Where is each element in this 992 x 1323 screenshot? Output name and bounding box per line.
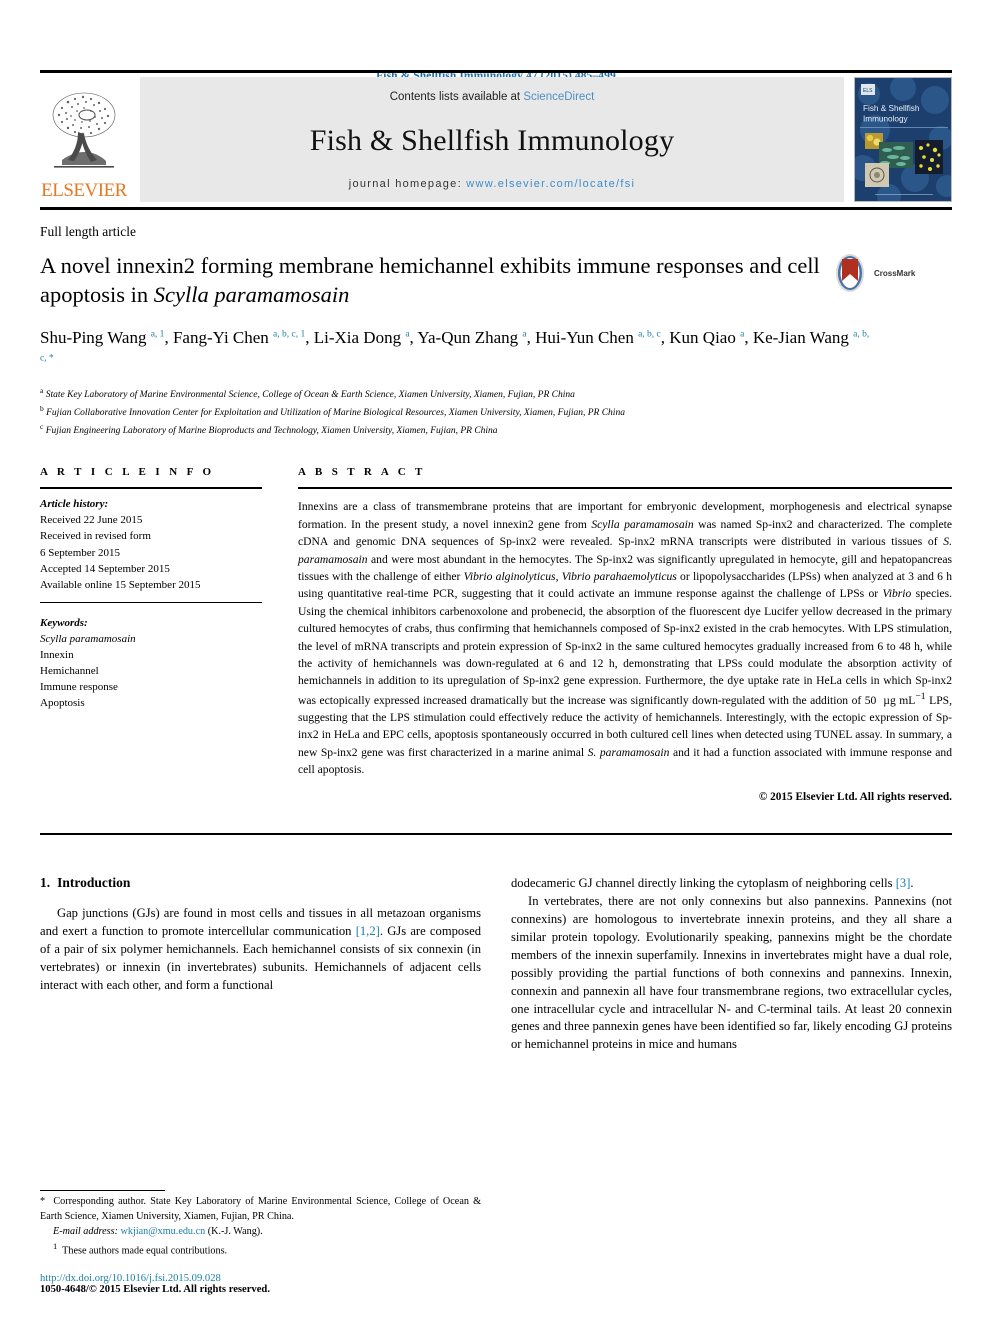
history-lines: Received 22 June 2015 Received in revised… [40, 512, 262, 592]
running-head: Fish & Shellfish Immunology 47 (2015) 48… [376, 70, 616, 82]
elsevier-logo: ELSEVIER [40, 77, 128, 202]
email-suffix: (K.-J. Wang). [207, 1226, 263, 1238]
intro-paragraph-2: In vertebrates, there are not only conne… [511, 894, 952, 1052]
author-name: Shu-Ping Wang [40, 327, 151, 347]
journal-homepage-link[interactable]: www.elsevier.com/locate/fsi [466, 178, 635, 190]
author-name: Li-Xia Dong [313, 327, 406, 347]
abstract-rule-top [298, 487, 952, 490]
body-columns: 1. Introduction Gap junctions (GJs) are f… [40, 875, 952, 1054]
affiliation-text: Fujian Collaborative Innovation Center f… [43, 407, 625, 418]
keyword-item: Hemichannel [40, 664, 99, 677]
journal-banner: ELSEVIER Contents lists available at Sci… [40, 70, 952, 210]
keywords-rule [40, 601, 262, 603]
footnote-rule [40, 1190, 165, 1192]
elsevier-wordmark: ELSEVIER [41, 180, 127, 201]
svg-text:Fish & Shellfish: Fish & Shellfish [863, 104, 920, 113]
article-history: Article history: Received 22 June 2015 Re… [40, 496, 262, 592]
history-line: 6 September 2015 [40, 546, 121, 559]
doi-block: http://dx.doi.org/10.1016/j.fsi.2015.09.… [40, 1273, 481, 1295]
svg-text:ELS: ELS [863, 88, 873, 94]
elsevier-tree-icon [52, 92, 116, 168]
article-info-column: A R T I C L E I N F O Article history: R… [40, 466, 262, 803]
affiliation-text: State Key Laboratory of Marine Environme… [43, 389, 575, 400]
intro-paragraph-1: Gap junctions (GJs) are found in most ce… [40, 906, 481, 992]
sciencedirect-link[interactable]: ScienceDirect [523, 91, 594, 103]
affiliation: b Fujian Collaborative Innovation Center… [40, 403, 952, 421]
introduction-heading: 1. Introduction [40, 875, 481, 891]
info-abstract-block: A R T I C L E I N F O Article history: R… [40, 466, 952, 803]
body-column-left: 1. Introduction Gap junctions (GJs) are f… [40, 875, 481, 1054]
author-name: Hui-Yun Chen [535, 327, 639, 347]
homepage-prefix: journal homepage: [348, 178, 467, 190]
keyword-lines: Scylla paramamosain Innexin Hemichannel Imm… [40, 631, 262, 711]
paper-page: Fish & Shellfish Immunology 47 (2015) 48… [0, 0, 992, 1323]
footnote-corresponding-author: * Corresponding author. State Key Labora… [40, 1196, 481, 1223]
page-title: A novel innexin2 forming membrane hemich… [40, 251, 830, 310]
history-line: Accepted 14 September 2015 [40, 562, 170, 575]
author-separator: , [660, 327, 670, 347]
keywords-label: Keywords: [40, 616, 88, 629]
author-separator: , [744, 327, 753, 347]
keyword-item: Scylla paramamosain [40, 632, 136, 645]
title-row: A novel innexin2 forming membrane hemich… [40, 251, 952, 310]
history-line: Received 22 June 2015 [40, 514, 143, 527]
author-separator: , [526, 327, 536, 347]
abstract-column: A B S T R A C T Innexins are a class of … [298, 466, 952, 803]
article-info-heading: A R T I C L E I N F O [40, 466, 215, 479]
affiliation: c Fujian Engineering Laboratory of Marin… [40, 421, 952, 439]
issn-copyright-line: 1050-4648/© 2015 Elsevier Ltd. All right… [40, 1284, 270, 1295]
footnote-block: * Corresponding author. State Key Labora… [40, 1190, 481, 1295]
history-line: Received in revised form [40, 530, 151, 543]
banner-bottom-rule [40, 207, 952, 210]
history-label: Article history: [40, 498, 109, 511]
section-number: 1. [40, 875, 51, 891]
author-affiliation-mark: a, 1 [150, 328, 165, 339]
author-affiliation-mark: a, b, c [638, 328, 661, 339]
journal-title: Fish & Shellfish Immunology [309, 123, 675, 157]
history-line: Available online 15 September 2015 [40, 578, 201, 591]
author-name: Fang-Yi Chen [172, 327, 274, 347]
keyword-item: Innexin [40, 648, 74, 661]
body-column-right: dodecameric GJ channel directly linking … [511, 875, 952, 1054]
author-list: Shu-Ping Wang a, 1, Fang-Yi Chen a, b, c… [40, 326, 870, 374]
keyword-item: Immune response [40, 680, 118, 693]
banner-top-rule [40, 70, 952, 73]
svg-text:Immunology: Immunology [863, 115, 909, 124]
email-label: E-mail address: [53, 1226, 118, 1238]
author-separator: , [305, 327, 314, 347]
footnote-email: E-mail address: wkjian@xmu.edu.cn (K.-J.… [40, 1225, 481, 1240]
article-info-rule [40, 487, 262, 490]
section-title: Introduction [57, 875, 131, 891]
crossmark-label: CrossMark [874, 268, 916, 278]
affiliation-list: a State Key Laboratory of Marine Environ… [40, 385, 952, 439]
abstract-copyright: © 2015 Elsevier Ltd. All rights reserved… [758, 791, 952, 804]
footnote-equal-contributions: 1 These authors made equal contributions… [53, 1240, 228, 1257]
banner-center: Contents lists available at ScienceDirec… [140, 77, 844, 202]
affiliation-text: Fujian Engineering Laboratory of Marine … [43, 425, 498, 436]
author-separator: , [164, 327, 173, 347]
journal-cover-art: ELS Fish & Shellfish Immunology [855, 78, 951, 201]
author-name: Kun Qiao [669, 327, 741, 347]
author-affiliation-mark: a, b, c, 1 [273, 328, 306, 339]
keywords-block: Keywords: Scylla paramamosain Innexin Hemi… [40, 615, 262, 711]
author-name: Ya-Qun Zhang [417, 327, 523, 347]
abstract-text: Innexins are a class of transmembrane pr… [298, 500, 953, 777]
author-name: Ke-Jian Wang [752, 327, 854, 347]
contents-prefix: Contents lists available at [389, 91, 524, 103]
intro-paragraph-1-continued: dodecameric GJ channel directly linking … [511, 876, 914, 891]
journal-cover-thumbnail: ELS Fish & Shellfish Immunology [854, 77, 952, 202]
crossmark-badge[interactable]: CrossMark [830, 253, 936, 293]
abstract-heading: A B S T R A C T [298, 466, 426, 479]
article-type: Full length article [40, 224, 136, 239]
section-divider-rule [40, 833, 952, 836]
doi-link[interactable]: http://dx.doi.org/10.1016/j.fsi.2015.09.… [40, 1273, 481, 1284]
email-link[interactable]: wkjian@xmu.edu.cn [121, 1226, 206, 1237]
homepage-line: journal homepage: www.elsevier.com/locat… [349, 178, 636, 190]
keyword-item: Apoptosis [40, 696, 85, 709]
title-species: Scylla paramamosain [153, 282, 350, 308]
contents-line: Contents lists available at ScienceDirec… [390, 91, 595, 103]
affiliation: a State Key Laboratory of Marine Environ… [40, 385, 952, 403]
crossmark-icon [836, 254, 864, 292]
